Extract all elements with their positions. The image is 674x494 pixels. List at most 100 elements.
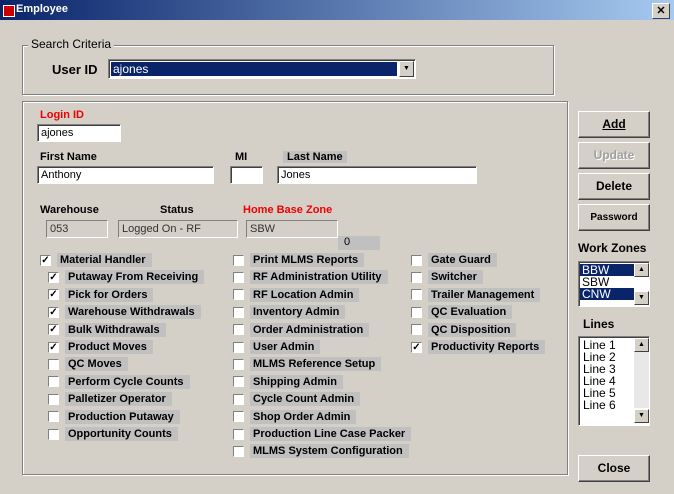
permission-checkbox[interactable] — [233, 358, 244, 370]
close-button[interactable]: Close — [578, 455, 650, 482]
delete-button[interactable]: Delete — [578, 173, 650, 200]
permission-checkbox[interactable] — [48, 411, 59, 423]
scroll-down-icon[interactable]: ▼ — [634, 291, 649, 305]
update-button[interactable]: Update — [578, 142, 650, 169]
permission-label: QC Moves — [65, 357, 128, 372]
permission-label: RF Administration Utility — [250, 270, 388, 285]
permission-checkbox[interactable] — [48, 428, 59, 440]
title-bar[interactable] — [0, 0, 674, 20]
permission-row[interactable]: MLMS System Configuration — [233, 444, 409, 459]
permission-row[interactable]: RF Location Admin — [233, 287, 360, 302]
permission-checkbox[interactable] — [233, 341, 244, 353]
permission-checkbox[interactable] — [233, 393, 244, 405]
permission-row[interactable]: Perform Cycle Counts — [48, 374, 190, 389]
permission-row[interactable]: ✓ Warehouse Withdrawals — [48, 305, 201, 320]
permission-row[interactable]: Shop Order Admin — [233, 409, 357, 424]
counter-box: 0 — [338, 236, 380, 250]
permission-checkbox[interactable] — [233, 411, 244, 423]
permission-row[interactable]: Gate Guard — [411, 253, 497, 267]
permission-checkbox[interactable] — [411, 254, 422, 266]
permission-checkbox[interactable] — [233, 428, 244, 440]
login-id-field[interactable]: ajones — [37, 124, 121, 142]
work-zones-label: Work Zones — [578, 241, 647, 255]
permission-checkbox[interactable] — [48, 376, 59, 388]
permission-checkbox[interactable]: ✓ — [48, 324, 59, 336]
permission-row[interactable]: MLMS Reference Setup — [233, 357, 382, 372]
warehouse-label: Warehouse — [40, 204, 99, 216]
permission-checkbox[interactable]: ✓ — [48, 306, 59, 318]
permission-row[interactable]: Opportunity Counts — [48, 427, 178, 441]
work-zone-item[interactable]: CNW — [580, 288, 634, 300]
permission-row[interactable]: ✓ Product Moves — [48, 340, 153, 354]
permission-row[interactable]: ✓ Productivity Reports — [411, 340, 546, 354]
permission-checkbox[interactable]: ✓ — [48, 271, 59, 283]
permission-checkbox[interactable] — [48, 393, 59, 405]
permission-row[interactable]: ✓ Bulk Withdrawals — [48, 322, 166, 337]
scrollbar-track[interactable] — [634, 352, 649, 408]
permission-row[interactable]: RF Administration Utility — [233, 270, 388, 285]
permission-checkbox[interactable]: ✓ — [48, 341, 59, 353]
first-name-field[interactable]: Anthony — [37, 166, 214, 184]
permission-checkbox[interactable] — [411, 306, 422, 318]
lines-list[interactable]: Line 1 Line 2 Line 3 Line 4 Line 5 Line 6 ▲ ▼ — [578, 336, 650, 426]
permission-row[interactable]: Shipping Admin — [233, 374, 343, 389]
permission-row[interactable]: Cycle Count Admin — [233, 392, 361, 407]
permission-label: User Admin — [250, 340, 321, 354]
permission-row[interactable]: Production Putaway — [48, 409, 180, 424]
permission-checkbox[interactable] — [48, 358, 59, 370]
permission-row[interactable]: QC Disposition — [411, 322, 517, 337]
permission-checkbox[interactable] — [233, 289, 244, 301]
password-button-label: Password — [590, 212, 638, 223]
permission-row[interactable]: ✓ Material Handler — [40, 253, 152, 267]
permission-label: Productivity Reports — [428, 340, 546, 354]
permission-row[interactable]: Palletizer Operator — [48, 392, 172, 407]
permission-row[interactable]: ✓ Pick for Orders — [48, 287, 154, 302]
add-button[interactable]: Add — [578, 111, 650, 138]
permission-row[interactable]: Trailer Management — [411, 287, 541, 302]
permission-label: Shop Order Admin — [250, 409, 357, 424]
permission-label: Shipping Admin — [250, 374, 343, 389]
permission-checkbox[interactable] — [411, 289, 422, 301]
permission-checkbox[interactable] — [233, 376, 244, 388]
permission-row[interactable]: Switcher — [411, 270, 483, 285]
user-id-value: ajones — [113, 62, 149, 76]
permission-row[interactable]: QC Evaluation — [411, 305, 513, 320]
chevron-down-icon[interactable]: ▼ — [399, 61, 414, 77]
permission-label: Order Administration — [250, 322, 370, 337]
line-item[interactable]: Line 6 — [581, 399, 635, 411]
permission-checkbox[interactable]: ✓ — [411, 341, 422, 353]
permission-row[interactable]: Inventory Admin — [233, 305, 346, 320]
user-id-dropdown[interactable]: ajones ▼ — [108, 59, 416, 79]
permission-checkbox[interactable] — [411, 324, 422, 336]
permission-row[interactable]: ✓ Putaway From Receiving — [48, 270, 205, 285]
permission-label: Production Line Case Packer — [250, 427, 412, 441]
permission-checkbox[interactable]: ✓ — [48, 289, 59, 301]
permission-row[interactable]: Print MLMS Reports — [233, 253, 365, 267]
last-name-field[interactable]: Jones — [277, 166, 477, 184]
permission-checkbox[interactable]: ✓ — [40, 254, 51, 266]
permission-checkbox[interactable] — [233, 324, 244, 336]
permission-label: Production Putaway — [65, 409, 180, 424]
password-button[interactable]: Password — [578, 204, 650, 231]
close-button-label: Close — [597, 461, 631, 475]
permission-checkbox[interactable] — [233, 306, 244, 318]
permission-checkbox[interactable] — [411, 271, 422, 283]
permission-label: Warehouse Withdrawals — [65, 305, 201, 320]
window-title: Employee — [16, 3, 68, 15]
permission-label: QC Evaluation — [428, 305, 513, 320]
add-button-label: Add — [602, 117, 626, 131]
mi-field[interactable] — [230, 166, 263, 184]
permission-row[interactable]: Order Administration — [233, 322, 370, 337]
close-window-icon[interactable]: ✕ — [652, 3, 670, 19]
permission-label: Gate Guard — [428, 253, 497, 267]
permission-row[interactable]: QC Moves — [48, 357, 128, 372]
scroll-down-icon[interactable]: ▼ — [634, 409, 649, 423]
permission-row[interactable]: Production Line Case Packer — [233, 427, 412, 441]
scroll-up-icon[interactable]: ▲ — [634, 263, 649, 277]
permission-checkbox[interactable] — [233, 445, 244, 457]
scroll-up-icon[interactable]: ▲ — [634, 338, 649, 352]
work-zones-list[interactable]: BBW SBW CNW ▲ ▼ — [578, 261, 650, 307]
permission-checkbox[interactable] — [233, 254, 244, 266]
permission-checkbox[interactable] — [233, 271, 244, 283]
permission-row[interactable]: User Admin — [233, 340, 321, 354]
